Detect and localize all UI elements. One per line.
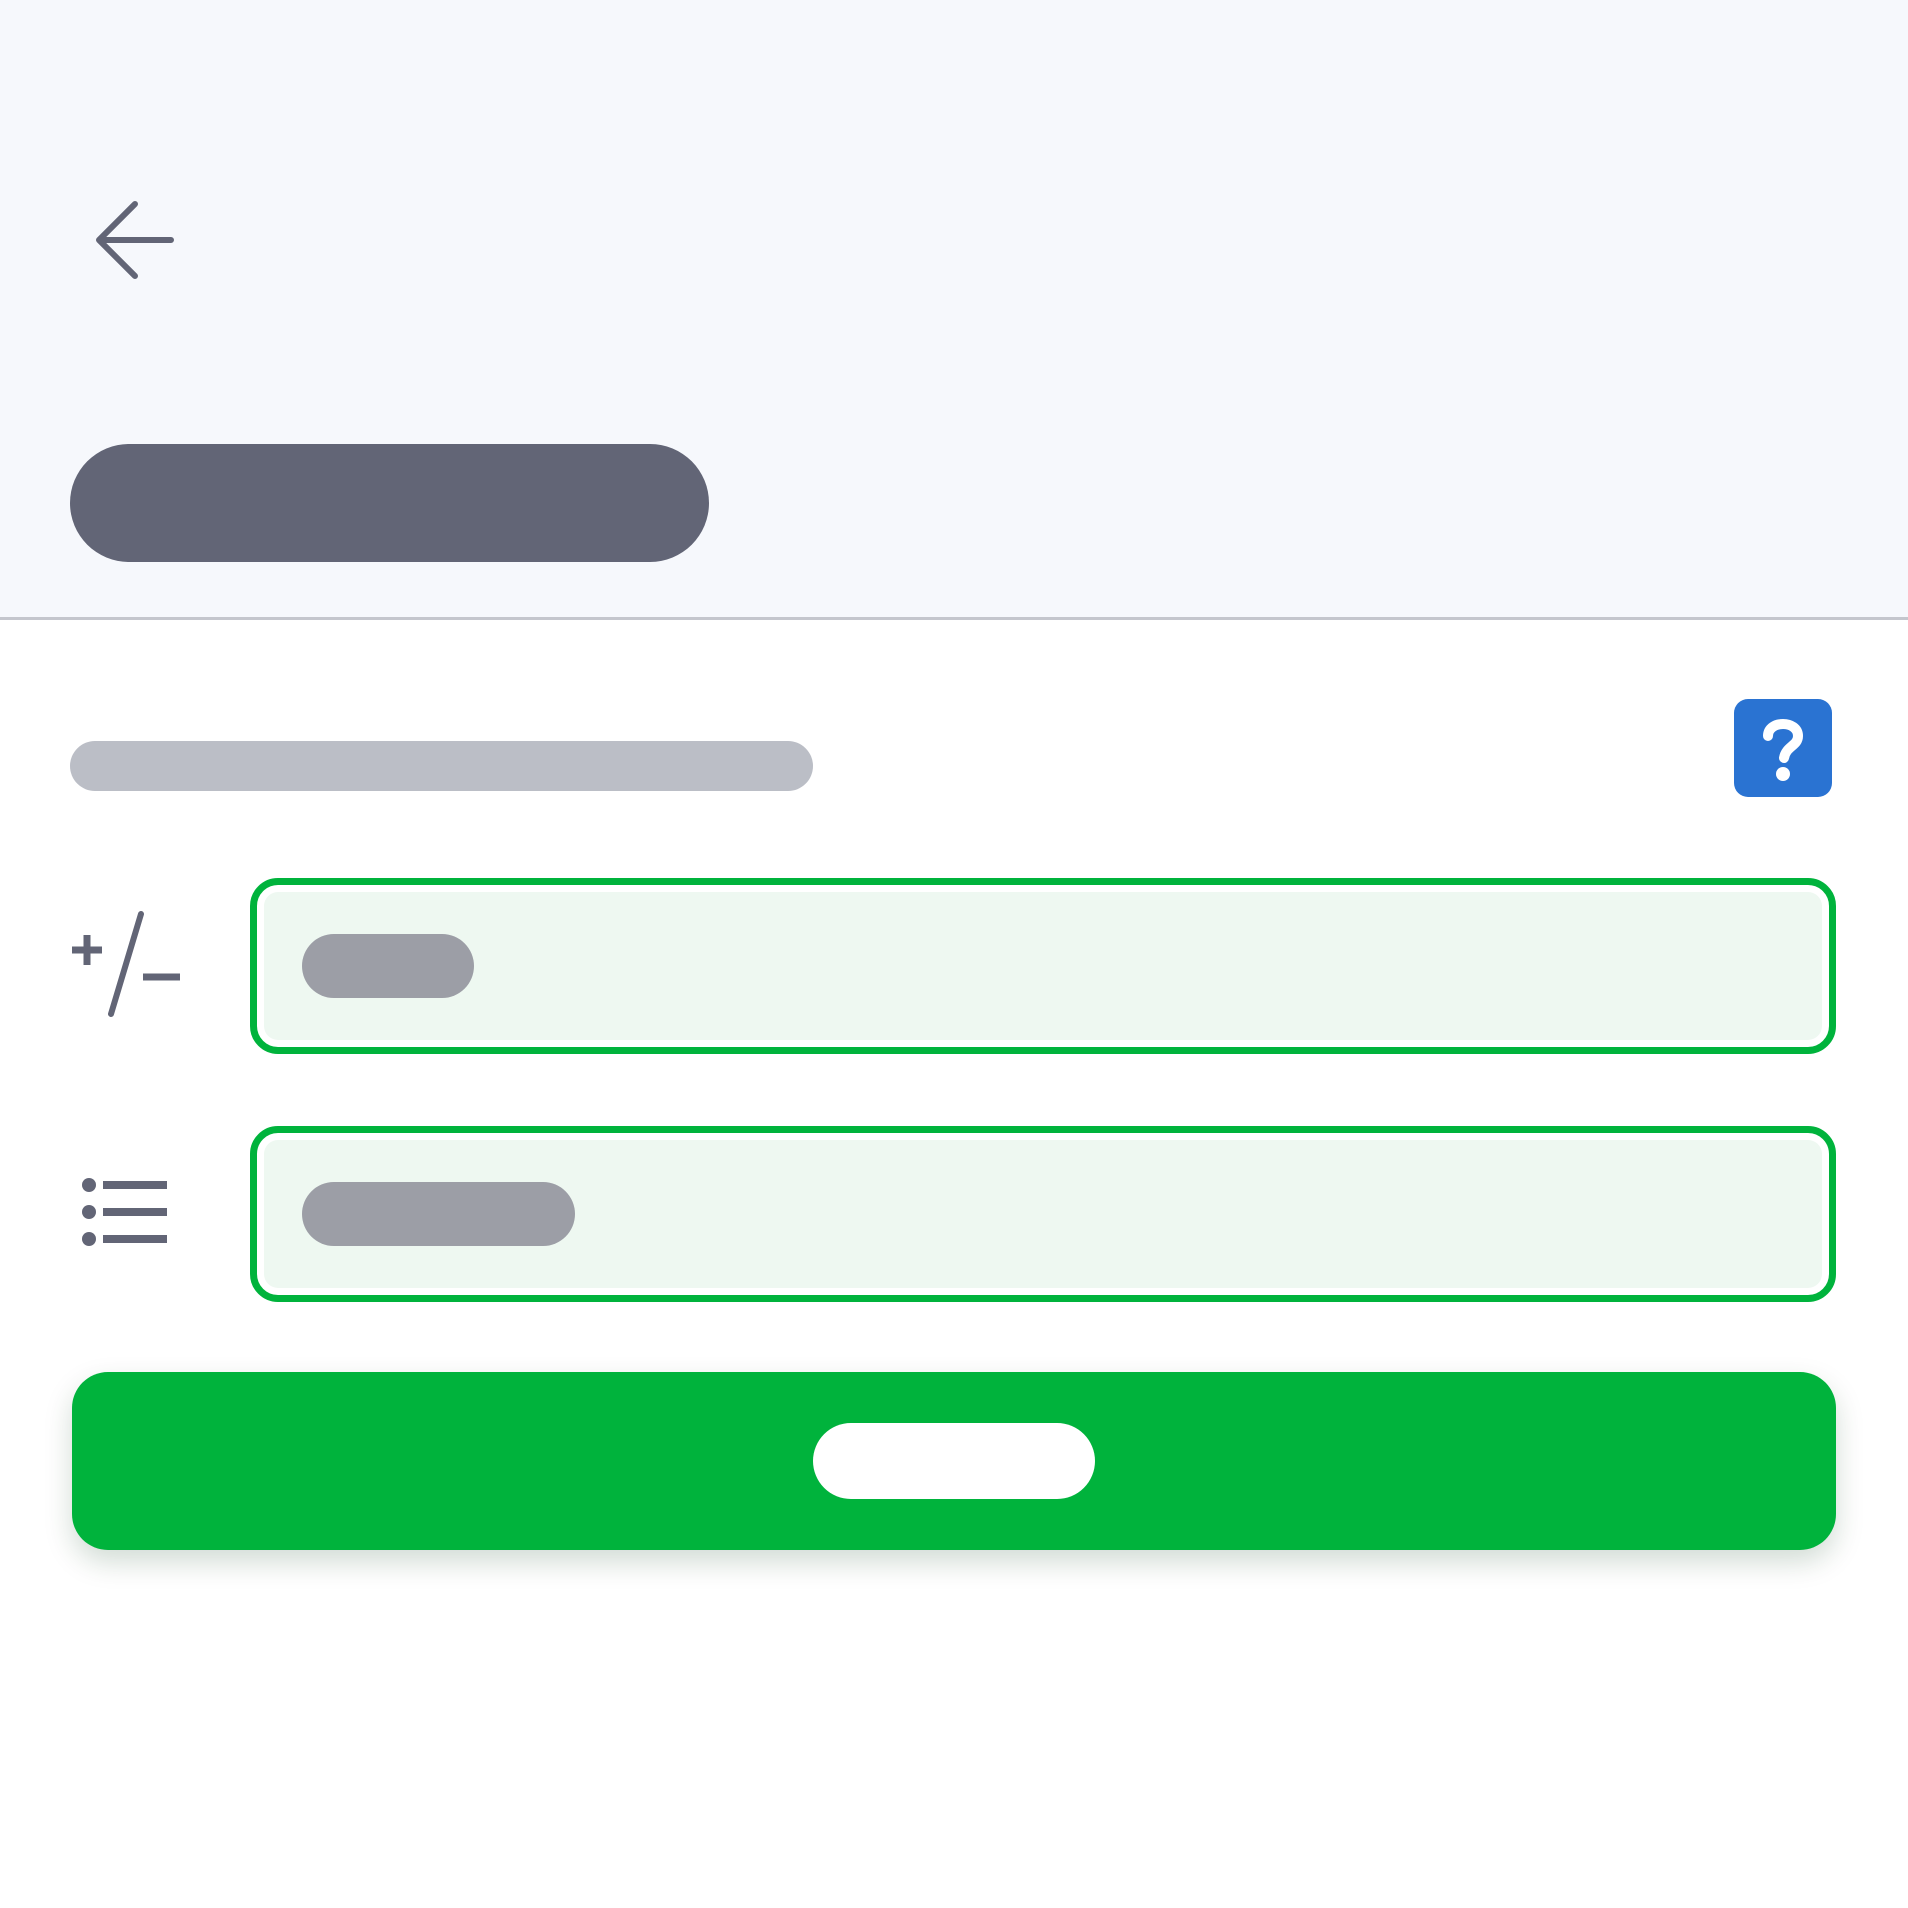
arrow-left-icon bbox=[96, 201, 174, 279]
page-title bbox=[70, 444, 709, 562]
amount-field-placeholder bbox=[302, 934, 474, 998]
category-field[interactable] bbox=[250, 1126, 1836, 1302]
category-field-placeholder bbox=[302, 1182, 575, 1246]
submit-button-label bbox=[813, 1423, 1095, 1499]
list-row-icon bbox=[68, 1157, 188, 1267]
header bbox=[0, 0, 1908, 620]
screen bbox=[0, 0, 1908, 1908]
plus-minus-row-icon bbox=[68, 911, 188, 1021]
back-button[interactable] bbox=[80, 193, 180, 283]
question-mark-icon bbox=[1763, 719, 1803, 781]
plus-minus-icon bbox=[72, 911, 180, 1017]
amount-field[interactable] bbox=[250, 878, 1836, 1054]
section-label bbox=[70, 741, 813, 791]
submit-button[interactable] bbox=[72, 1372, 1836, 1550]
help-button[interactable] bbox=[1734, 699, 1832, 797]
bulleted-list-icon bbox=[82, 1178, 167, 1246]
